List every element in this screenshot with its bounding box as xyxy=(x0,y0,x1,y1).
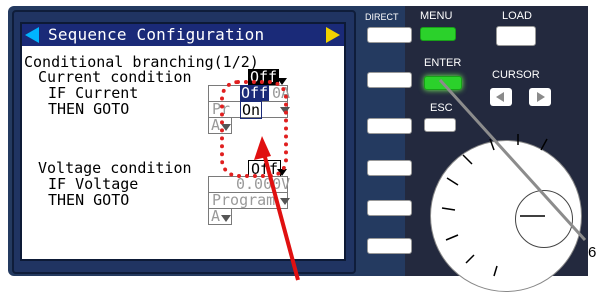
dial-ticks xyxy=(438,78,587,277)
callout-number: 6 xyxy=(588,244,597,261)
